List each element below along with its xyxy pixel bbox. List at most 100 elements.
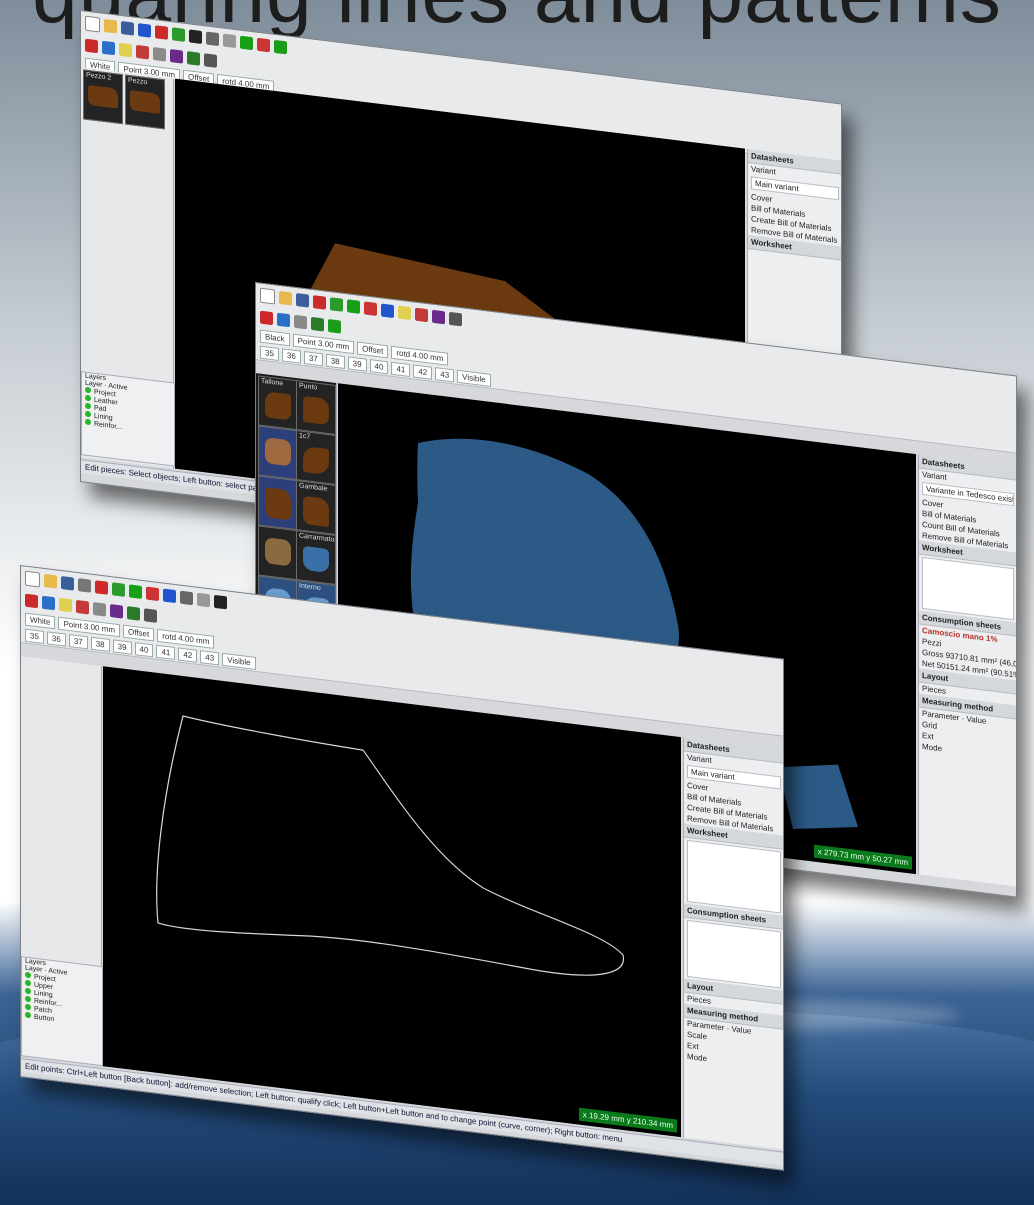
triangle-tool-icon[interactable] [328, 318, 341, 334]
worksheet-area [687, 839, 781, 914]
open-folder-icon[interactable] [44, 573, 57, 589]
visible-toggle[interactable]: Visible [222, 652, 256, 670]
print-icon[interactable] [78, 577, 91, 593]
new-file-icon[interactable] [260, 287, 275, 304]
piece-thumb[interactable]: Gambale [296, 480, 336, 535]
curve-tool-icon[interactable] [155, 24, 168, 40]
size-field[interactable]: 38 [90, 636, 110, 652]
size-field[interactable]: 41 [391, 361, 411, 377]
fold-tool-icon[interactable] [25, 593, 38, 608]
text-tool-icon[interactable] [214, 594, 227, 609]
piece-thumb[interactable]: Tallone [258, 375, 298, 431]
scale-1-1-icon[interactable] [364, 300, 377, 316]
rect-tool-icon[interactable] [197, 592, 210, 607]
line-tool-icon[interactable] [112, 581, 125, 597]
grade-tool-icon[interactable] [129, 583, 142, 599]
eraser-icon[interactable] [119, 42, 132, 57]
size-field[interactable]: 36 [281, 347, 301, 364]
pattern-icon[interactable] [170, 48, 183, 64]
triangle-tool-icon[interactable] [274, 39, 287, 54]
piece-thumb[interactable] [258, 425, 298, 481]
eraser-icon[interactable] [59, 597, 72, 612]
mirror-tool-icon[interactable] [102, 40, 115, 55]
scale-1-1-icon[interactable] [146, 585, 159, 601]
line-tool-icon[interactable] [172, 26, 185, 42]
size-field[interactable]: 35 [25, 628, 44, 644]
circle-tool-icon[interactable] [180, 590, 193, 605]
rect-tool-icon[interactable] [223, 33, 236, 48]
cut-tool-icon[interactable] [76, 599, 89, 614]
piece-thumb-shape [265, 437, 291, 467]
piece-thumb-shape [130, 90, 160, 114]
open-folder-icon[interactable] [104, 18, 117, 34]
piece-thumb[interactable]: Carrarmatose [296, 530, 336, 585]
eraser-icon[interactable] [398, 305, 411, 320]
undo-icon[interactable] [138, 22, 151, 38]
circle-tool-icon[interactable] [206, 30, 219, 46]
shoe-last-outline [156, 715, 625, 976]
piece-thumb[interactable]: Pezzo [125, 74, 165, 130]
layers-panel: Layers Layer · Active Project Upper Lini… [21, 956, 103, 1067]
piece-thumb-shape [265, 487, 291, 521]
rotate-icon[interactable] [127, 605, 140, 621]
size-field[interactable]: 43 [200, 649, 220, 665]
undo-icon[interactable] [163, 588, 176, 603]
save-icon[interactable] [121, 20, 134, 36]
line-tool-icon[interactable] [330, 296, 343, 312]
size-field[interactable]: 39 [347, 355, 367, 372]
grid-icon[interactable] [204, 52, 217, 68]
fold-tool-icon[interactable] [260, 310, 273, 325]
size-field[interactable]: 41 [156, 644, 176, 660]
pattern-icon[interactable] [110, 603, 123, 619]
size-field[interactable]: 42 [178, 646, 198, 663]
size-field[interactable]: 37 [68, 633, 88, 649]
measure-tool-icon[interactable] [93, 601, 106, 617]
size-field[interactable]: 40 [134, 641, 154, 657]
open-folder-icon[interactable] [279, 290, 292, 306]
size-field[interactable]: 37 [303, 350, 323, 366]
grade-tool-icon[interactable] [240, 35, 253, 50]
size-field[interactable]: 36 [46, 630, 66, 647]
size-field[interactable]: 39 [112, 638, 132, 655]
piece-thumb-label: 1c7 [299, 432, 311, 441]
piece-thumb[interactable]: 1c7 [296, 430, 336, 485]
pattern-icon[interactable] [432, 309, 445, 324]
size-field[interactable]: 40 [369, 358, 389, 374]
mirror-tool-icon[interactable] [277, 312, 290, 327]
piece-thumb[interactable] [258, 525, 298, 581]
cut-tool-icon[interactable] [136, 44, 149, 59]
save-icon[interactable] [61, 575, 74, 591]
grid-icon[interactable] [449, 311, 462, 326]
piece-thumb[interactable]: Pezzo 2 [83, 69, 123, 125]
grade-tool-icon[interactable] [347, 298, 360, 314]
drawing-canvas[interactable]: x 19.29 mm y 210.34 mm [103, 666, 681, 1138]
new-file-icon[interactable] [85, 15, 100, 32]
mirror-tool-icon[interactable] [42, 595, 55, 610]
rotate-icon[interactable] [311, 316, 324, 331]
piece-thumb-shape [303, 495, 329, 528]
size-field[interactable]: 35 [260, 345, 279, 361]
layer-dot-icon [85, 418, 91, 426]
grid-icon[interactable] [144, 607, 157, 623]
piece-thumb[interactable]: Punto [296, 380, 336, 435]
curve-tool-icon[interactable] [95, 579, 108, 595]
curve-tool-icon[interactable] [313, 294, 326, 310]
scale-1-1-icon[interactable] [257, 37, 270, 52]
fold-tool-icon[interactable] [85, 38, 98, 53]
cut-tool-icon[interactable] [415, 307, 428, 322]
rotate-icon[interactable] [187, 50, 200, 66]
piece-thumb[interactable] [258, 475, 298, 531]
piece-thumb-label: Punto [299, 382, 318, 392]
visible-toggle[interactable]: Visible [457, 369, 491, 387]
text-tool-icon[interactable] [189, 28, 202, 44]
measure-tool-icon[interactable] [294, 314, 307, 329]
size-field[interactable]: 38 [325, 353, 345, 369]
save-icon[interactable] [296, 292, 309, 308]
new-file-icon[interactable] [25, 570, 40, 587]
undo-icon[interactable] [381, 302, 394, 318]
size-field[interactable]: 43 [435, 366, 455, 382]
measure-tool-icon[interactable] [153, 46, 166, 62]
layer-dot-icon [85, 402, 91, 410]
layer-name: Button [34, 1013, 55, 1024]
size-field[interactable]: 42 [413, 363, 433, 380]
